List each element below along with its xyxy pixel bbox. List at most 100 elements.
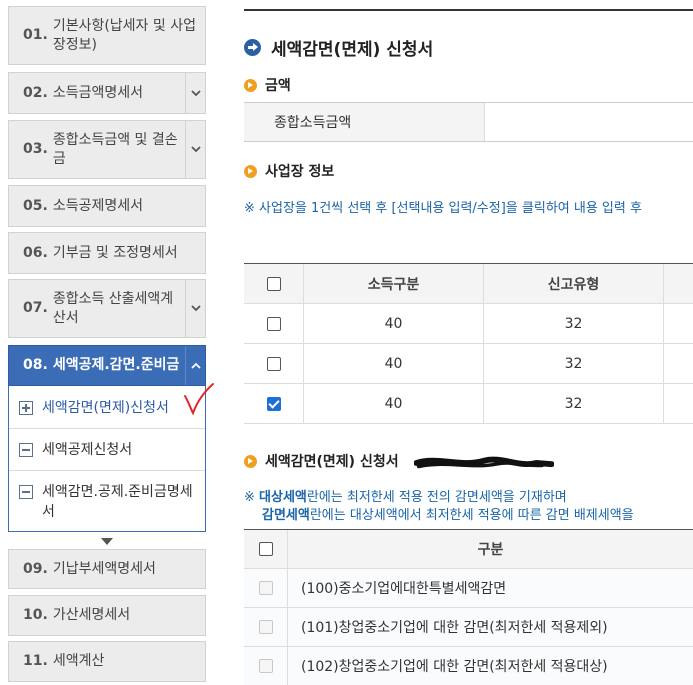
checkbox-cell [244,384,304,423]
nav-step-08[interactable]: 08. 세액공제.감면.준비금 [8,345,206,386]
checkbox-cell [244,304,304,343]
reduction-item-label: (102)창업중소기업에 대한 감면(최저한세 적용대상) [301,659,608,675]
step-label: 종합소득 산출세액계산서 [52,290,174,326]
checkbox-cell [244,647,288,685]
nav-step-07[interactable]: 07. 종합소득 산출세액계산서 [8,279,206,338]
nav-step-05[interactable]: 05. 소득공제명세서 [8,185,206,227]
notice-text: 란에는 대상세액에서 최저한세 적용에 따른 감면 배제세액을 [309,508,634,523]
notice-text: 란에는 최저한세 적용 전의 감면세액을 기재하며 [306,490,567,505]
step-label: 가산세명세서 [52,607,131,623]
step-label: 세액공제.감면.준비금 [52,357,180,373]
notice-bold: 감면세액 [262,508,310,523]
notice-bold: 대상세액 [259,490,307,505]
bullet-arrow-icon [244,78,257,92]
reduction-notice-2: 감면세액란에는 대상세액에서 최저한세 적용에 따른 감면 배제세액을 [262,507,634,525]
step-number: 03. [23,141,48,157]
handwritten-checkmark-icon [184,383,214,416]
step-navigation: 01. 기본사항(납세자 및 사업장정보) 02. 소득금액명세서 03. 종합… [0,0,214,685]
select-all-checkbox[interactable] [258,542,273,556]
row-checkbox-disabled [258,659,273,673]
step-number: 01. [23,27,48,43]
notice-prefix: ※ [244,490,260,505]
table-row[interactable]: 40 32 [244,304,693,344]
section-amount-title: 금액 [244,75,291,95]
subitem-tax-credit[interactable]: 세액공제신청서 [9,440,205,460]
column-header-extra [664,264,693,303]
nav-step-02[interactable]: 02. 소득금액명세서 [8,72,206,114]
chevron-down-icon[interactable] [185,280,205,337]
minus-box-icon [19,485,33,499]
select-all-cell [244,264,304,303]
table-row[interactable]: 40 32 [244,384,693,424]
income-type-cell: 40 [304,384,484,423]
amount-table: 종합소득금액 [244,102,693,142]
section-title-text: 사업장 정보 [265,164,335,180]
reduction-item-label: (100)중소기업에대한특별세액감면 [301,581,507,597]
column-header: 소득구분 [304,264,484,303]
step-number: 07. [23,300,48,316]
step-label: 기부금 및 조정명세서 [52,244,178,261]
row-checkbox[interactable] [266,356,281,371]
step-label: 기본사항(납세자 및 사업장정보) [52,17,196,53]
reduction-notice-1: ※ 대상세액란에는 최저한세 적용 전의 감면세액을 기재하며 [244,489,567,507]
plus-box-icon [19,401,33,415]
table-row[interactable]: 40 32 [244,344,693,384]
select-all-checkbox[interactable] [266,276,281,291]
row-checkbox[interactable] [266,316,281,331]
subitem-reduction-credit-reserve[interactable]: 세액감면.공제.준비금명세서 [9,482,199,522]
table-header-row: 소득구분 신고유형 [244,264,693,304]
nav-step-10[interactable]: 10. 가산세명세서 [8,595,206,636]
main-content: 세액감면(면제) 신청서 금액 종합소득금액 사업장 정보 ※ 사업장을 1건씩… [244,0,693,685]
section-title-text: 금액 [265,78,291,94]
bullet-arrow-icon [244,454,257,468]
arrow-circle-icon [244,39,261,56]
top-divider [244,9,693,11]
business-table: 소득구분 신고유형 40 32 40 32 40 32 [244,263,693,424]
checkbox-cell [244,608,288,646]
section-reduction-title: 세액감면(면제) 신청서 [244,451,399,471]
table-row[interactable]: (102)창업중소기업에 대한 감면(최저한세 적용대상) [244,647,693,685]
step-number: 08. [23,357,48,373]
nav-step-06[interactable]: 06. 기부금 및 조정명세서 [8,232,206,274]
checkbox-cell [244,569,288,607]
chevron-down-icon[interactable] [185,73,205,113]
step-label: 소득금액명세서 [52,84,143,101]
section-business-title: 사업장 정보 [244,161,334,181]
down-arrow-icon [101,538,113,545]
checkbox-cell [244,344,304,383]
step-number: 11. [23,653,48,669]
minus-box-icon [19,443,33,457]
select-all-cell [244,530,288,568]
extra-cell [664,344,693,383]
reduction-table: 구분 (100)중소기업에대한특별세액감면 (101)창업중소기업에 대한 감면… [244,529,693,685]
extra-cell [664,304,693,343]
nav-step-01[interactable]: 01. 기본사항(납세자 및 사업장정보) [8,6,206,65]
reduction-item-label: (101)창업중소기업에 대한 감면(최저한세 적용제외) [301,620,608,636]
chevron-down-icon[interactable] [185,121,205,178]
nav-step-03[interactable]: 03. 종합소득금액 및 결손금 [8,120,206,179]
row-checkbox-checked[interactable] [266,396,281,411]
subitem-tax-reduction[interactable]: 세액감면(면제)신청서 [9,398,205,418]
divider [9,470,205,471]
column-header: 구분 [477,542,504,558]
step-label: 소득공제명세서 [52,197,143,214]
column-header: 신고유형 [484,264,664,303]
step-number: 05. [23,197,48,214]
redaction-scribble [414,456,554,469]
table-row[interactable]: (100)중소기업에대한특별세액감면 [244,569,693,608]
income-type-cell: 40 [304,344,484,383]
table-row[interactable]: (101)창업중소기업에 대한 감면(최저한세 적용제외) [244,608,693,647]
step-number: 02. [23,84,48,101]
nav-step-11[interactable]: 11. 세액계산 [8,641,206,682]
total-income-label: 종합소득금액 [244,103,485,141]
step-label: 세액계산 [52,653,105,669]
step-number: 09. [23,560,48,577]
nav-step-09[interactable]: 09. 기납부세액명세서 [8,549,206,589]
divider [9,428,205,429]
bullet-arrow-icon [244,164,257,178]
section-title-text: 세액감면(면제) 신청서 [265,454,399,470]
table-header-row: 구분 [244,530,693,569]
row-checkbox-disabled [258,581,273,595]
report-type-cell: 32 [484,384,664,423]
step-number: 06. [23,244,48,261]
